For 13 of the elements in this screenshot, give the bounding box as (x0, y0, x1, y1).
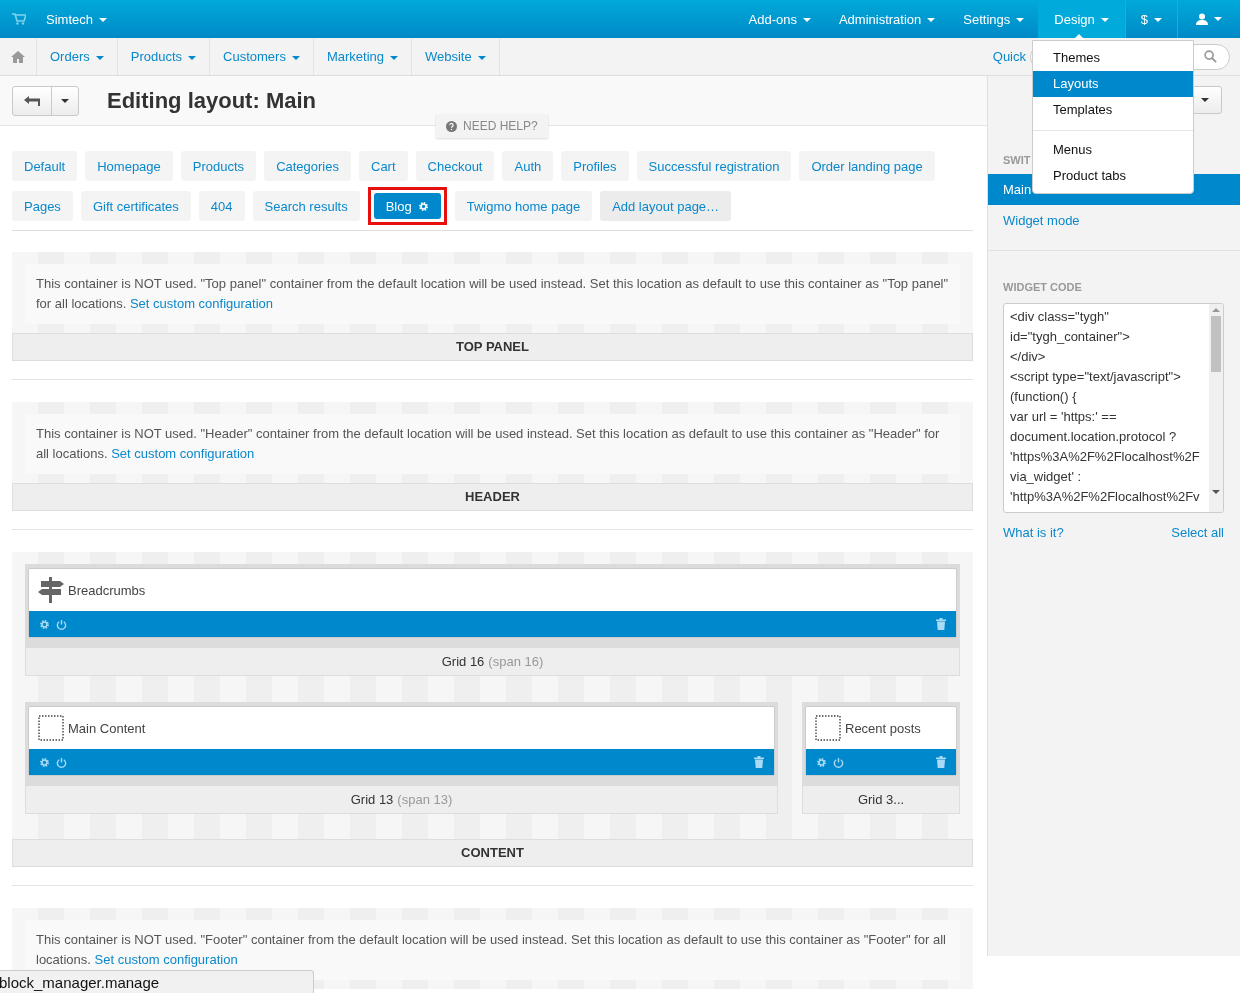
grid-label: Grid 13 (span 13) (25, 786, 778, 814)
container-title: CONTENT (12, 839, 973, 867)
page-title: Editing layout: Main (107, 87, 316, 114)
grid-label: Grid 16 (span 16) (25, 648, 960, 676)
switch-heading: SWIT (1003, 154, 1031, 168)
widget-code-heading: WIDGET CODE (1003, 281, 1083, 293)
container-title: HEADER (12, 483, 973, 511)
status-tooltip: block_manager.manage (0, 970, 314, 993)
block-name: Main Content (68, 720, 146, 736)
container-title: TOP PANEL (12, 333, 973, 361)
block-name: Recent posts (845, 720, 921, 736)
block-name: Breadcrumbs (68, 582, 146, 598)
grid-label: Grid 3... (802, 786, 960, 814)
